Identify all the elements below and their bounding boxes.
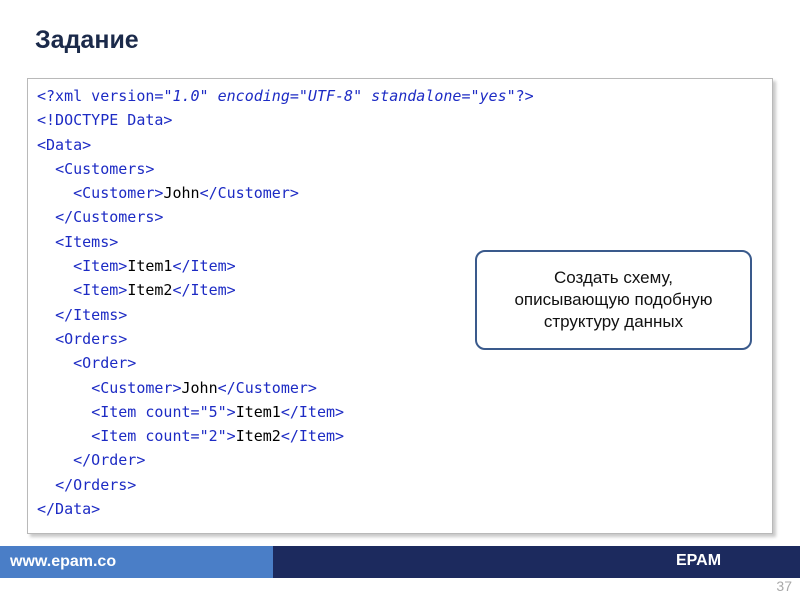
code-line: <!DOCTYPE Data> (37, 108, 534, 132)
code-token-tag: </Order> (73, 451, 146, 470)
callout-line-2: описывающую подобную (514, 290, 713, 309)
code-token-tag: </Item> (172, 257, 236, 276)
code-token-tag: ?> (515, 87, 534, 105)
code-token-tag: </Item> (172, 281, 236, 300)
code-token-val: "yes" (470, 87, 516, 105)
slide-title: Задание (35, 26, 139, 54)
footer-brand: EPAM (676, 552, 722, 569)
code-line: <?xml version="1.0" encoding="UTF-8" sta… (37, 84, 534, 108)
code-line: <Item>Item2</Item> (37, 278, 534, 302)
code-token-tag: <Customer> (91, 378, 182, 397)
footer-url: www.epam.co (10, 553, 117, 570)
code-token-tag: <Customer> (73, 184, 164, 203)
callout-line-3: структуру данных (543, 312, 684, 331)
xml-code-block: <?xml version="1.0" encoding="UTF-8" sta… (37, 84, 534, 521)
callout-line-1: Создать схему, (554, 268, 673, 287)
code-token-text: Item1 (127, 257, 173, 276)
code-token-text: Item1 (235, 402, 281, 421)
code-token-tag: <Data> (37, 135, 92, 154)
code-token-tag: </Customer> (199, 184, 299, 203)
code-token-tag: </Item> (280, 427, 345, 446)
code-token-tag: </Orders> (55, 475, 137, 494)
code-token-tag: > (226, 427, 236, 446)
code-token-text: Item2 (235, 427, 281, 446)
code-token-attr: standalone= (362, 87, 471, 105)
code-token-tag: <Customers> (55, 159, 155, 178)
code-line: </Orders> (37, 473, 534, 497)
code-token-text: John (163, 184, 200, 203)
code-line: </Data> (37, 497, 534, 521)
code-token-tag: <Item count= (91, 402, 200, 421)
code-token-val: "2" (199, 427, 227, 446)
code-token-attr: encoding= (208, 87, 299, 105)
code-line: <Customer>John</Customer> (37, 376, 534, 400)
code-token-tag: </Customer> (217, 378, 317, 397)
code-token-tag: </Item> (280, 402, 345, 421)
footer-bar: www.epam.co EPAM (0, 546, 800, 578)
code-line: </Order> (37, 448, 534, 472)
code-token-tag: </Data> (37, 500, 101, 519)
page-number: 37 (776, 578, 792, 594)
code-line: <Item count="5">Item1</Item> (37, 400, 534, 424)
code-token-tag: </Items> (55, 305, 128, 324)
task-callout: Создать схему, описывающую подобную стру… (475, 250, 752, 350)
code-line: <Order> (37, 351, 534, 375)
code-token-tag: <?xml version= (37, 87, 164, 105)
code-token-tag: <!DOCTYPE Data> (37, 111, 173, 130)
footer-left-band: www.epam.co (0, 546, 273, 578)
slide: Задание <?xml version="1.0" encoding="UT… (0, 0, 800, 600)
code-line: <Customer>John</Customer> (37, 181, 534, 205)
code-token-tag: > (226, 402, 236, 421)
code-line: </Items> (37, 303, 534, 327)
code-token-text: John (181, 378, 218, 397)
code-token-tag: <Items> (55, 232, 119, 251)
code-token-text: Item2 (127, 281, 173, 300)
code-line: <Items> (37, 230, 534, 254)
code-token-val: "5" (199, 402, 227, 421)
code-token-tag: </Customers> (55, 208, 164, 227)
code-line: <Item>Item1</Item> (37, 254, 534, 278)
code-token-tag: <Item> (73, 257, 128, 276)
code-line: <Item count="2">Item2</Item> (37, 424, 534, 448)
code-token-tag: <Item> (73, 281, 128, 300)
code-line: </Customers> (37, 205, 534, 229)
code-token-tag: <Orders> (55, 329, 128, 348)
code-line: <Data> (37, 133, 534, 157)
code-line: <Orders> (37, 327, 534, 351)
code-token-val: "UTF-8" (298, 87, 363, 105)
code-token-tag: <Order> (73, 354, 137, 373)
code-line: <Customers> (37, 157, 534, 181)
code-token-tag: <Item count= (91, 427, 200, 446)
code-token-val: "1.0" (163, 87, 209, 105)
